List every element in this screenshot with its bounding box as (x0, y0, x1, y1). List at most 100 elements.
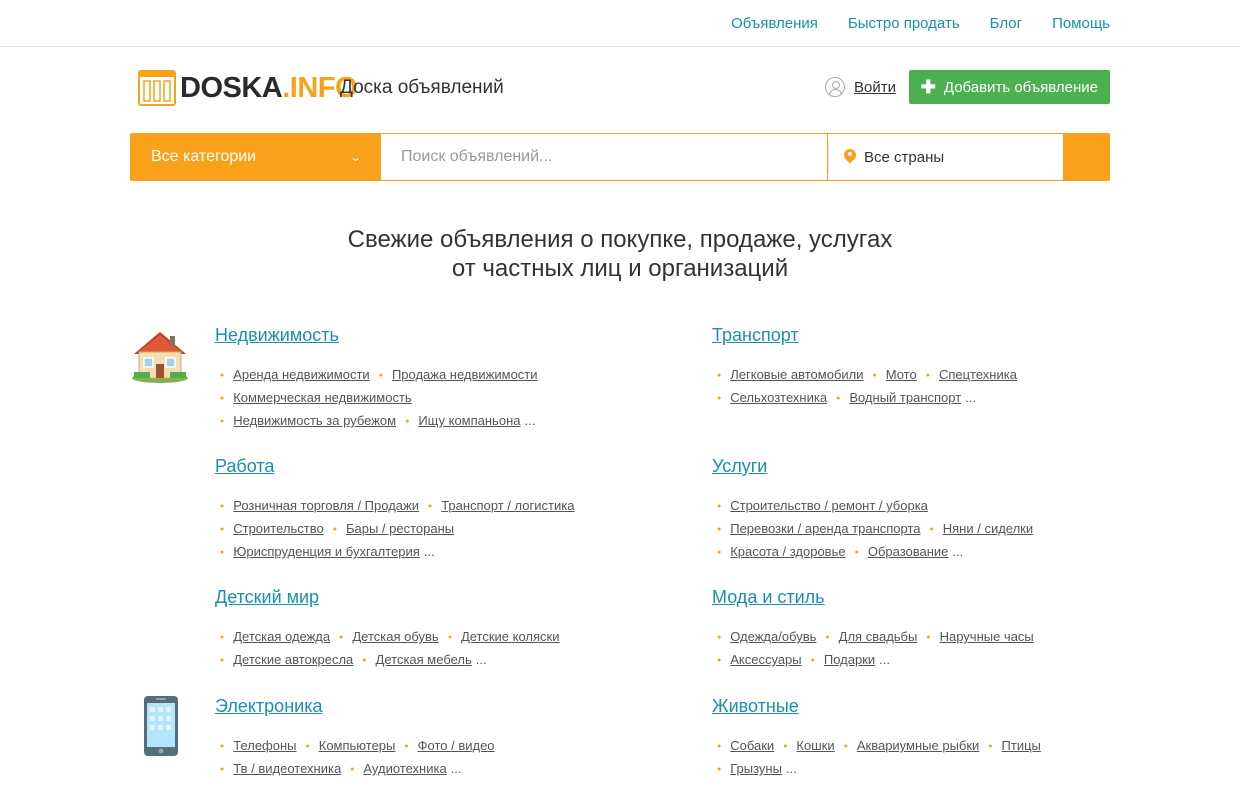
subcategory-link[interactable]: Детские автокресла (233, 652, 353, 667)
subcategory-link[interactable]: Строительство (233, 521, 323, 536)
logo-board-icon (138, 70, 176, 106)
subcategory-item: Птицы (979, 738, 1041, 753)
subcategory-item: Детская мебель (353, 652, 471, 667)
country-select[interactable]: Все страны (827, 133, 1063, 181)
subcategory-item: Собаки (717, 738, 774, 753)
subcategory-link[interactable]: Для свадьбы (839, 629, 918, 644)
more-ellipsis[interactable]: ... (965, 390, 976, 405)
country-select-label: Все страны (864, 148, 945, 166)
add-listing-label: Добавить объявление (943, 78, 1098, 96)
more-ellipsis[interactable]: ... (451, 761, 462, 776)
login-label: Войти (854, 78, 896, 96)
category-title-link[interactable]: Детский мир (215, 587, 319, 608)
more-ellipsis[interactable]: ... (952, 544, 963, 559)
user-icon (825, 77, 845, 97)
subcategory-list: Телефоны Компьютеры Фото / видео Тв / видео… (215, 735, 495, 781)
subcategory-link[interactable]: Аудиотехника (363, 761, 446, 776)
subcategory-link[interactable]: Ищу компаньона (418, 413, 520, 428)
category-title-link[interactable]: Транспорт (712, 325, 799, 346)
subcategory-item: Аудиотехника (341, 761, 447, 776)
subcategory-item: Телефоны (220, 738, 297, 753)
category-title-link[interactable]: Недвижимость (215, 325, 339, 346)
subcategory-link[interactable]: Детская обувь (352, 629, 438, 644)
subcategory-link[interactable]: Птицы (1002, 738, 1041, 753)
subcategory-item: Недвижимость за рубежом (220, 413, 396, 428)
search-button[interactable] (1063, 133, 1110, 181)
subcategory-item: Транспорт / логистика (419, 498, 574, 513)
subcategory-link[interactable]: Фото / видео (418, 738, 495, 753)
subcategory-list: Одежда/обувь Для свадьбы Наручные часы Аксе… (712, 626, 1034, 672)
subcategory-item: Коммерческая недвижимость (220, 390, 412, 405)
subcategory-link[interactable]: Розничная торговля / Продажи (233, 498, 419, 513)
subcategory-link[interactable]: Водный транспорт (849, 390, 961, 405)
more-ellipsis[interactable]: ... (524, 413, 535, 428)
subcategory-item: Подарки (802, 652, 876, 667)
subcategory-link[interactable]: Детская мебель (376, 652, 472, 667)
location-pin-icon (844, 149, 856, 165)
subcategory-link[interactable]: Строительство / ремонт / уборка (730, 498, 928, 513)
subcategory-link[interactable]: Тв / видеотехника (233, 761, 341, 776)
subcategory-list: Аренда недвижимости Продажа недвижимости К… (215, 364, 538, 433)
topnav-help-link[interactable]: Помощь (1052, 15, 1110, 32)
more-ellipsis[interactable]: ... (879, 652, 890, 667)
subcategory-list: Розничная торговля / Продажи Транспорт / … (215, 495, 574, 564)
login-link[interactable]: Войти (825, 77, 896, 97)
search-input[interactable] (381, 133, 827, 181)
subcategory-link[interactable]: Бары / рестораны (346, 521, 454, 536)
subcategory-link[interactable]: Легковые автомобили (730, 367, 863, 382)
subcategory-link[interactable]: Наручные часы (940, 629, 1034, 644)
category-block: Детский мир Детская одежда Детская обувь Де… (215, 587, 560, 672)
subcategory-item: Юриспруденция и бухгалтерия (220, 544, 420, 559)
subcategory-link[interactable]: Кошки (796, 738, 834, 753)
subcategory-link[interactable]: Детская одежда (233, 629, 330, 644)
subcategory-link[interactable]: Детские коляски (461, 629, 560, 644)
subcategory-item: Для свадьбы (816, 629, 917, 644)
subcategory-link[interactable]: Аквариумные рыбки (857, 738, 979, 753)
subcategory-link[interactable]: Недвижимость за рубежом (233, 413, 396, 428)
header: DOSKA.INFO Доска объявлений Войти ✚ Доба… (130, 47, 1110, 133)
category-title-link[interactable]: Животные (712, 696, 799, 717)
subcategory-item: Компьютеры (297, 738, 396, 753)
category-block: Транспорт Легковые автомобили Мото Спецтехн… (712, 325, 1017, 410)
subcategory-link[interactable]: Красота / здоровье (730, 544, 845, 559)
topnav-ads-link[interactable]: Объявления (731, 15, 818, 32)
subcategory-link[interactable]: Перевозки / аренда транспорта (730, 521, 920, 536)
add-listing-button[interactable]: ✚ Добавить объявление (908, 70, 1110, 104)
headline-line-1: Свежие объявления о покупке, продаже, ус… (347, 226, 893, 253)
subcategory-link[interactable]: Аксессуары (730, 652, 801, 667)
more-ellipsis[interactable]: ... (476, 652, 487, 667)
category-title-link[interactable]: Мода и стиль (712, 587, 825, 608)
house-icon (132, 332, 188, 383)
site-logo[interactable]: DOSKA.INFO (138, 69, 358, 107)
category-title-link[interactable]: Работа (215, 456, 274, 477)
category-block: Работа Розничная торговля / Продажи Трансп… (215, 456, 574, 564)
category-title-link[interactable]: Электроника (215, 696, 322, 717)
subcategory-item: Детские коляски (439, 629, 560, 644)
topnav-blog-link[interactable]: Блог (990, 15, 1022, 32)
subcategory-link[interactable]: Коммерческая недвижимость (233, 390, 411, 405)
subcategory-link[interactable]: Грызуны (730, 761, 782, 776)
subcategory-link[interactable]: Собаки (730, 738, 774, 753)
subcategory-link[interactable]: Компьютеры (319, 738, 396, 753)
subcategory-link[interactable]: Транспорт / логистика (441, 498, 574, 513)
subcategory-link[interactable]: Телефоны (233, 738, 296, 753)
subcategory-link[interactable]: Продажа недвижимости (392, 367, 538, 382)
category-select[interactable]: Все категории ⌄ (130, 133, 381, 181)
site-tagline: Доска объявлений (340, 77, 504, 98)
subcategory-link[interactable]: Няни / сиделки (943, 521, 1033, 536)
subcategory-list: Легковые автомобили Мото Спецтехника Сельхо… (712, 364, 1017, 410)
subcategory-link[interactable]: Подарки (824, 652, 875, 667)
subcategory-link[interactable]: Мото (886, 367, 917, 382)
subcategory-link[interactable]: Спецтехника (939, 367, 1017, 382)
subcategory-item: Розничная торговля / Продажи (220, 498, 419, 513)
subcategory-link[interactable]: Аренда недвижимости (233, 367, 369, 382)
more-ellipsis[interactable]: ... (424, 544, 435, 559)
topnav-quick-sell-link[interactable]: Быстро продать (848, 15, 960, 32)
subcategory-link[interactable]: Юриспруденция и бухгалтерия (233, 544, 420, 559)
category-select-label: Все категории (151, 148, 257, 165)
category-title-link[interactable]: Услуги (712, 456, 767, 477)
subcategory-link[interactable]: Сельхозтехника (730, 390, 827, 405)
subcategory-link[interactable]: Одежда/обувь (730, 629, 816, 644)
subcategory-link[interactable]: Образование (868, 544, 949, 559)
more-ellipsis[interactable]: ... (786, 761, 797, 776)
